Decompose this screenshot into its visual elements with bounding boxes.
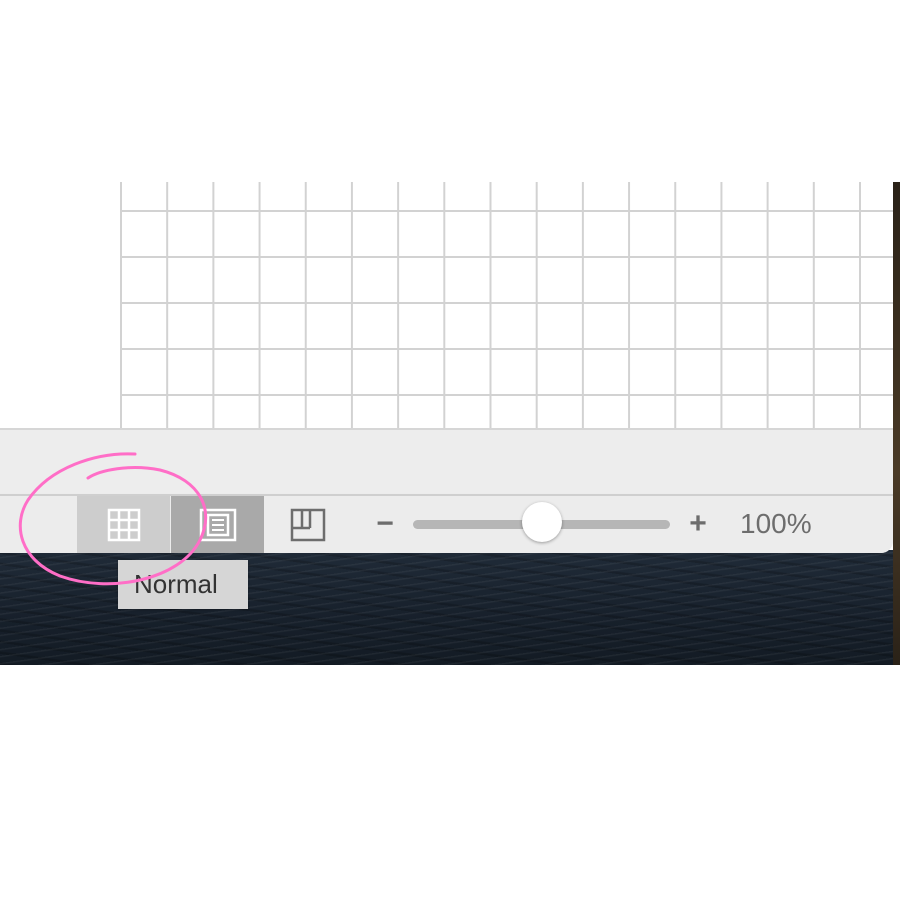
page-layout-view-button[interactable]: [171, 496, 264, 553]
status-bar: − + 100%: [0, 494, 893, 553]
normal-view-icon: [107, 508, 141, 542]
zoom-percentage[interactable]: 100%: [740, 506, 840, 542]
page-break-preview-icon: [290, 508, 326, 542]
page-break-preview-button[interactable]: [264, 496, 352, 553]
worksheet-area[interactable]: [0, 182, 893, 428]
zoom-out-button[interactable]: −: [370, 506, 400, 542]
sheet-tab-bar: [0, 428, 893, 493]
spreadsheet-window: − + 100%: [0, 182, 893, 553]
normal-view-button[interactable]: [77, 496, 170, 553]
zoom-in-button[interactable]: +: [683, 506, 713, 542]
page-layout-view-icon: [199, 508, 237, 542]
view-tooltip: Normal: [118, 560, 248, 609]
cell-grid[interactable]: [120, 182, 893, 428]
desktop-wallpaper-edge: [893, 182, 900, 665]
zoom-slider-thumb[interactable]: [521, 502, 562, 542]
